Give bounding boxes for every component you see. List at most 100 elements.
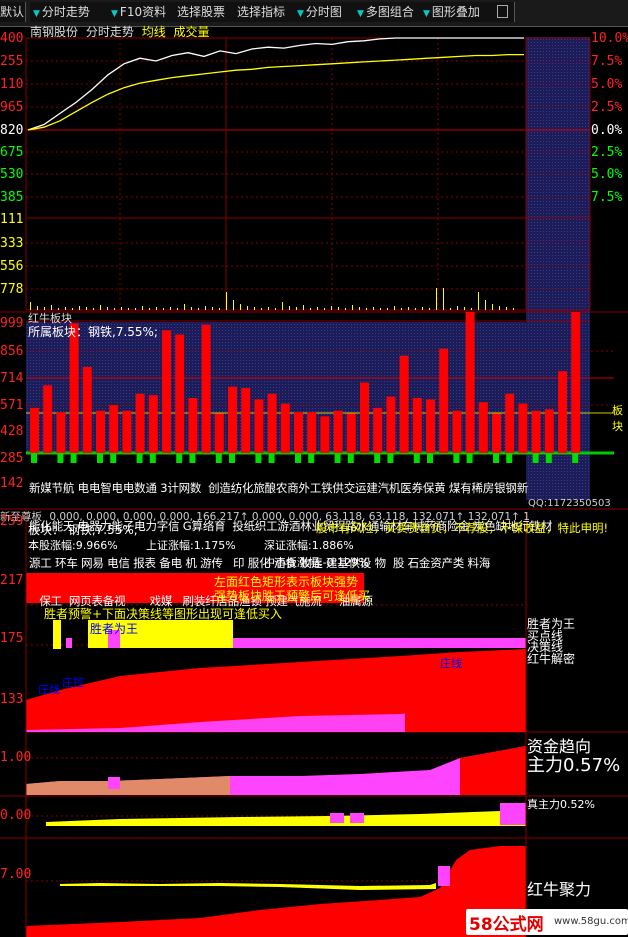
volume-bar	[128, 308, 129, 310]
volume-bar	[401, 308, 402, 310]
volume-bar	[79, 306, 80, 310]
volume-bar	[233, 300, 234, 310]
volume-bar	[464, 307, 465, 310]
volume-bar	[408, 307, 409, 310]
y-tick: 111	[0, 212, 24, 227]
volume-bar	[492, 304, 493, 310]
sector-bar	[109, 405, 119, 453]
volume-bar	[107, 307, 108, 310]
stock-change: 本股涨幅:9.966%	[28, 539, 118, 552]
stock-name: 南钢股份	[30, 25, 79, 39]
y-tick: 856	[0, 344, 24, 359]
sector-bar	[360, 382, 369, 453]
volume-bar	[443, 288, 444, 310]
series-line	[27, 53, 524, 131]
gather-label: 红牛聚力	[527, 880, 592, 899]
sector-bar	[280, 403, 290, 453]
zhuang-label: 庄线	[440, 657, 462, 670]
y-tick: 142	[0, 476, 24, 491]
dropdown-arrow-icon: ▼	[357, 9, 364, 19]
volume-bar	[422, 307, 423, 310]
y-tick: 175	[0, 631, 24, 646]
sector-bar	[175, 334, 185, 453]
y-tick: 675	[0, 145, 24, 160]
sector-bar	[544, 409, 554, 453]
y-tick: 778	[0, 282, 24, 297]
volume-bar	[387, 308, 388, 310]
volume-bar	[352, 305, 353, 310]
sector-bar	[386, 396, 396, 453]
y-tick: 217	[0, 573, 24, 588]
sh-change: 上证涨幅:1.175%	[146, 539, 236, 552]
sector-bar	[56, 412, 66, 453]
toolbar-intraday[interactable]: ▼ 分时走势	[30, 2, 109, 22]
sector-bar	[478, 402, 488, 453]
volume-bar	[345, 308, 346, 310]
sector-bar	[267, 393, 277, 453]
sector-bar	[294, 412, 303, 453]
sector-line: 板块： 钢铁,7.55%;	[28, 523, 138, 537]
sector-bar	[201, 324, 211, 453]
sector-bar	[465, 312, 475, 453]
fund-value: 主力0.57%	[527, 755, 621, 776]
volume-bar	[93, 308, 94, 310]
y-tick: 428	[0, 424, 24, 439]
volume-bar	[205, 306, 206, 310]
decision-legend: 胜者为王 买点线 决策线 红牛解密	[527, 618, 575, 665]
toolbar-icon-button[interactable]	[494, 2, 515, 22]
y-tick: 7.00	[0, 867, 32, 882]
y-tick: 571	[0, 398, 24, 413]
toolbar-default[interactable]: 默认	[0, 2, 26, 22]
pct-tick: 0.0%	[591, 123, 623, 138]
toolbar-f10[interactable]: ▼ F10资料	[108, 2, 177, 22]
volume-bar	[191, 307, 192, 310]
sector-label-row: 新媒节航 电电智电电数通 3计网数 创造纺化旅酿农商外工铁供交运建汽机医券保黄 …	[29, 481, 528, 495]
sector-bar	[505, 393, 515, 453]
sector-bar	[320, 416, 330, 453]
sz-change: 深证涨幅:1.886%	[264, 539, 354, 552]
volume-bar	[380, 308, 381, 310]
pct-tick: 7.5%	[591, 54, 623, 69]
pct-tick: 2.5%	[591, 145, 623, 160]
volume-bar	[177, 308, 178, 310]
sector-bar	[439, 348, 449, 453]
volume-bar	[436, 288, 437, 310]
wang-strip	[233, 638, 526, 648]
y-tick: 0.00	[0, 808, 32, 823]
volume-bar	[478, 292, 479, 310]
volume-bar	[121, 307, 122, 310]
volume-bar	[394, 306, 395, 310]
volume-bar	[275, 308, 276, 310]
y-tick: 110	[0, 77, 24, 92]
sector-bar	[228, 386, 237, 453]
warn-block	[66, 638, 72, 648]
volume-bar	[261, 308, 262, 310]
sector-bar	[30, 407, 39, 453]
y-tick: 1.00	[0, 750, 32, 765]
y-tick: 259	[0, 514, 24, 529]
sector-bar	[412, 398, 422, 453]
toolbar-select-indicator[interactable]: 选择指标	[234, 2, 295, 22]
sector-bar	[135, 393, 145, 453]
watermark-url: www.58gu.com	[554, 916, 628, 927]
warn-text: 胜者预警+下面决策线等图形出现可逢低买入	[44, 607, 283, 621]
toolbar-chart-type[interactable]: ▼ 分时图	[294, 2, 355, 22]
toolbar-multi-chart[interactable]: ▼ 多图组合	[354, 2, 423, 22]
y-tick: 333	[0, 236, 24, 251]
volume-bar	[72, 308, 73, 310]
toolbar-select-stock[interactable]: 选择股票	[174, 2, 235, 22]
toolbar-overlay[interactable]: ▼ 图形叠加	[420, 2, 497, 22]
y-tick: 965	[0, 100, 24, 115]
sector-bar	[241, 388, 251, 453]
sector-bar	[558, 371, 567, 453]
red-note-2: 强势板块胜王预警后可逢低买	[214, 589, 371, 603]
sector-bar	[333, 410, 343, 453]
smb-change: 中小板涨幅:-0.129%	[264, 556, 369, 569]
volume-bar	[30, 302, 31, 310]
sector-bar	[399, 355, 409, 453]
intraday-header: 南钢股份 分时走势 均线 成交量	[30, 23, 210, 40]
volume-bar	[198, 308, 199, 310]
wang-label: 胜者为王	[90, 622, 139, 636]
y-tick: 400	[0, 31, 24, 46]
y-tick: 385	[0, 190, 24, 205]
